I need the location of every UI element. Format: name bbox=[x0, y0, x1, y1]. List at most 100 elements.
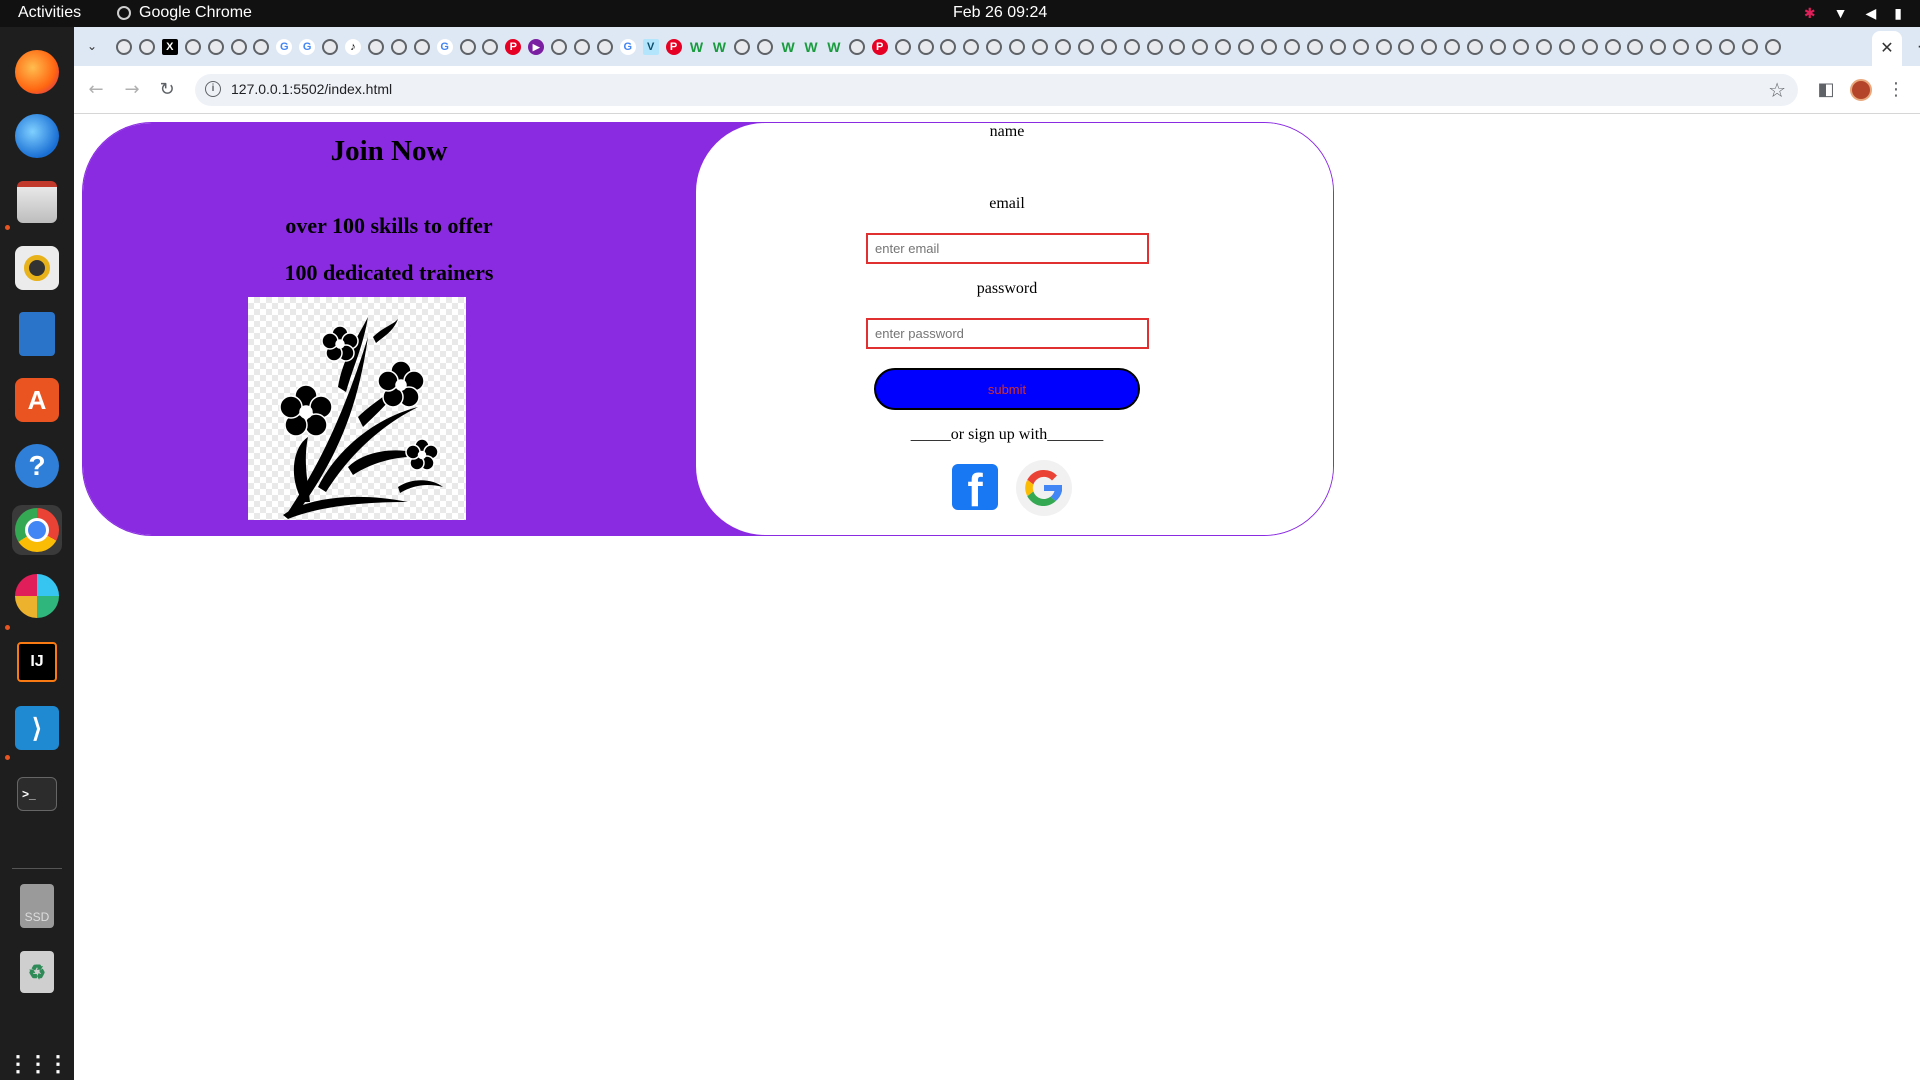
tab-globe-icon[interactable] bbox=[253, 39, 270, 55]
tab-globe-icon[interactable] bbox=[1146, 39, 1163, 55]
tab-globe-icon[interactable] bbox=[1329, 39, 1346, 55]
tab-globe-icon[interactable] bbox=[1054, 39, 1071, 55]
tab-globe-icon[interactable] bbox=[413, 39, 430, 55]
tab-globe-icon[interactable] bbox=[1283, 39, 1300, 55]
tab-globe-icon[interactable] bbox=[1306, 39, 1323, 55]
slack-tray-icon[interactable]: ✱ bbox=[1804, 4, 1816, 22]
tab-globe-icon[interactable] bbox=[1764, 39, 1781, 55]
tab-w-icon[interactable]: W bbox=[780, 39, 796, 55]
tab-play-icon[interactable]: ▶ bbox=[528, 39, 545, 55]
tab-globe-icon[interactable] bbox=[459, 39, 476, 55]
tab-globe-icon[interactable] bbox=[1627, 39, 1644, 55]
tab-globe-icon[interactable] bbox=[596, 39, 613, 55]
tab-globe-icon[interactable] bbox=[1398, 39, 1415, 55]
tab-globe-icon[interactable] bbox=[1215, 39, 1232, 55]
tab-globe-icon[interactable] bbox=[1169, 39, 1186, 55]
tab-globe-icon[interactable] bbox=[1261, 39, 1277, 55]
tab-globe-icon[interactable] bbox=[848, 39, 865, 55]
tab-globe-icon[interactable] bbox=[230, 39, 247, 55]
tab-globe-icon[interactable] bbox=[963, 39, 980, 55]
tab-globe-icon[interactable] bbox=[1375, 39, 1392, 55]
tab-globe-icon[interactable] bbox=[1696, 39, 1713, 55]
tab-globe-icon[interactable] bbox=[1238, 39, 1255, 55]
tab-globe-icon[interactable] bbox=[1352, 39, 1369, 55]
tab-globe-icon[interactable] bbox=[1535, 39, 1552, 55]
tab-pinterest-icon[interactable]: P bbox=[665, 39, 682, 55]
tab-globe-icon[interactable] bbox=[574, 39, 590, 55]
app-menu[interactable]: Google Chrome bbox=[117, 4, 252, 22]
terminal-dock-icon[interactable]: >_ bbox=[12, 769, 62, 819]
slack-dock-icon[interactable] bbox=[12, 571, 62, 621]
clock[interactable]: Feb 26 09:24 bbox=[953, 4, 1047, 22]
intellij-dock-icon[interactable]: IJ bbox=[12, 637, 62, 687]
tab-globe-icon[interactable] bbox=[1558, 39, 1575, 55]
tab-pinterest-icon[interactable]: P bbox=[505, 39, 522, 55]
password-field[interactable] bbox=[866, 318, 1149, 349]
tab-search-dropdown-icon[interactable]: ⌄ bbox=[82, 36, 102, 56]
active-tab-close-icon[interactable]: ✕ bbox=[1872, 31, 1902, 66]
back-button[interactable]: ← bbox=[84, 78, 108, 102]
reload-button[interactable]: ↻ bbox=[155, 78, 179, 102]
tab-globe-icon[interactable] bbox=[1650, 39, 1667, 55]
system-tray[interactable]: ✱ ▼ ◀ ▮ bbox=[1804, 4, 1902, 22]
tab-g-icon[interactable]: G bbox=[619, 39, 636, 55]
tab-globe-icon[interactable] bbox=[1077, 39, 1094, 55]
help-dock-icon[interactable]: ? bbox=[12, 441, 62, 491]
chrome-dock-icon[interactable] bbox=[12, 505, 62, 555]
tab-pinterest-icon[interactable]: P bbox=[871, 39, 888, 55]
tab-globe-icon[interactable] bbox=[1467, 39, 1484, 55]
tab-globe-icon[interactable] bbox=[917, 39, 934, 55]
tab-v-icon[interactable]: V bbox=[642, 39, 659, 55]
tab-globe-icon[interactable] bbox=[482, 39, 499, 55]
tab-w-icon[interactable]: W bbox=[826, 39, 842, 55]
facebook-icon[interactable]: f bbox=[952, 464, 998, 510]
tab-globe-icon[interactable] bbox=[551, 39, 568, 55]
firefox-dock-icon[interactable] bbox=[12, 47, 62, 97]
tab-w-icon[interactable]: W bbox=[689, 39, 705, 55]
vscode-dock-icon[interactable]: ⟩ bbox=[12, 703, 62, 753]
tab-x-icon[interactable]: X bbox=[161, 39, 178, 55]
tab-globe-icon[interactable] bbox=[367, 39, 384, 55]
show-apps-icon[interactable]: ⋮⋮⋮ bbox=[7, 1039, 69, 1089]
battery-icon[interactable]: ▮ bbox=[1894, 4, 1902, 22]
tab-globe-icon[interactable] bbox=[1741, 39, 1758, 55]
url-text[interactable]: 127.0.0.1:5502/index.html bbox=[231, 81, 392, 97]
profile-avatar[interactable] bbox=[1849, 78, 1873, 102]
tab-w-icon[interactable]: W bbox=[803, 39, 819, 55]
app-center-dock-icon[interactable]: A bbox=[12, 375, 62, 425]
tab-g-icon[interactable]: G bbox=[276, 39, 293, 55]
tab-globe-icon[interactable] bbox=[1123, 39, 1140, 55]
bookmark-star-icon[interactable]: ☆ bbox=[1768, 78, 1786, 102]
tab-globe-icon[interactable] bbox=[1192, 39, 1209, 55]
tab-globe-icon[interactable] bbox=[757, 39, 774, 55]
tab-globe-icon[interactable] bbox=[184, 39, 201, 55]
files-dock-icon[interactable] bbox=[12, 177, 62, 227]
tab-globe-icon[interactable] bbox=[1490, 39, 1506, 55]
tab-globe-icon[interactable] bbox=[1719, 39, 1735, 55]
address-bar[interactable]: i 127.0.0.1:5502/index.html ☆ bbox=[195, 74, 1798, 106]
libreoffice-writer-dock-icon[interactable] bbox=[12, 309, 62, 359]
new-tab-button[interactable]: + bbox=[1914, 35, 1920, 57]
tab-globe-icon[interactable] bbox=[116, 39, 132, 55]
email-field[interactable] bbox=[866, 233, 1149, 264]
rhythmbox-dock-icon[interactable] bbox=[12, 243, 62, 293]
tab-globe-icon[interactable] bbox=[1100, 39, 1117, 55]
tab-tiktok-icon[interactable]: ♪ bbox=[345, 39, 361, 55]
tab-globe-icon[interactable] bbox=[734, 39, 751, 55]
kebab-menu-icon[interactable]: ⋮ bbox=[1884, 78, 1908, 102]
tab-globe-icon[interactable] bbox=[940, 39, 957, 55]
tab-globe-icon[interactable] bbox=[1581, 39, 1598, 55]
tab-globe-icon[interactable] bbox=[322, 39, 339, 55]
tab-globe-icon[interactable] bbox=[986, 39, 1003, 55]
tab-globe-icon[interactable] bbox=[207, 39, 224, 55]
trash-dock-icon[interactable]: ♻ bbox=[12, 947, 62, 997]
side-panel-icon[interactable]: ◧ bbox=[1814, 78, 1838, 102]
tab-globe-icon[interactable] bbox=[894, 39, 911, 55]
wifi-icon[interactable]: ▼ bbox=[1834, 4, 1848, 22]
ssd-drive-dock-icon[interactable]: SSD bbox=[12, 881, 62, 931]
forward-button[interactable]: → bbox=[120, 78, 144, 102]
tab-w-icon[interactable]: W bbox=[711, 39, 727, 55]
tab-globe-icon[interactable] bbox=[1009, 39, 1026, 55]
tab-globe-icon[interactable] bbox=[1673, 39, 1690, 55]
google-icon[interactable] bbox=[1016, 460, 1072, 516]
